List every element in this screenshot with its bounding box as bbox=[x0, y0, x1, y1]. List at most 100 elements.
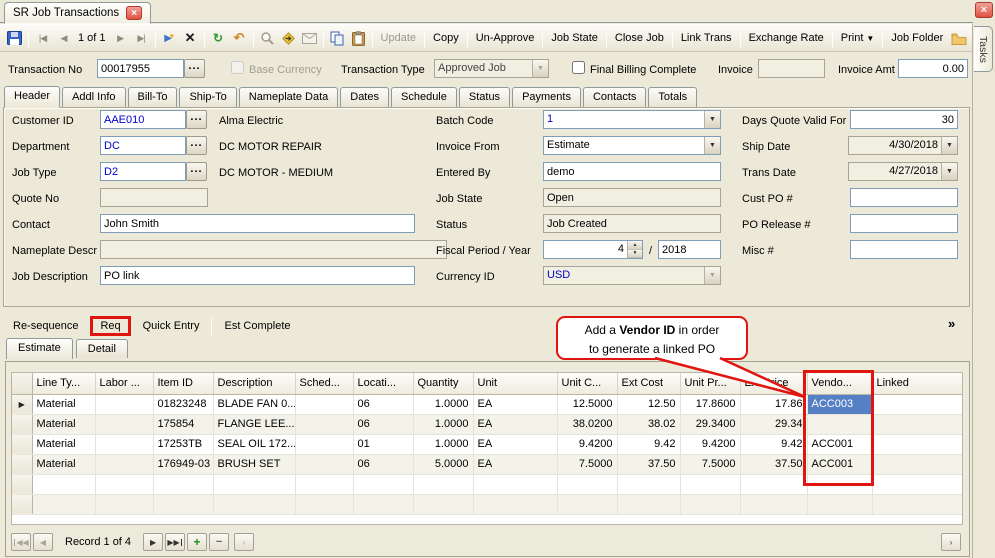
cell-unit[interactable]: EA bbox=[473, 454, 557, 474]
po-release-input[interactable] bbox=[850, 214, 958, 233]
final-billing-complete-checkbox[interactable] bbox=[572, 61, 585, 74]
cell-unit-price[interactable]: 29.3400 bbox=[680, 414, 740, 434]
cell-labor[interactable] bbox=[95, 414, 153, 434]
cell-item-id[interactable]: 17253TB bbox=[153, 434, 213, 454]
invoice-from-select[interactable]: Estimate ▼ bbox=[543, 136, 721, 155]
fiscal-year-input[interactable] bbox=[658, 240, 721, 259]
tab-nameplate-data[interactable]: Nameplate Data bbox=[239, 87, 339, 107]
exchange-rate-button[interactable]: Exchange Rate bbox=[744, 30, 829, 46]
window-close-button[interactable]: × bbox=[975, 2, 993, 18]
tab-dates[interactable]: Dates bbox=[340, 87, 389, 107]
cell-labor[interactable] bbox=[95, 454, 153, 474]
cell-linked[interactable] bbox=[872, 454, 962, 474]
cell-labor[interactable] bbox=[95, 434, 153, 454]
cell-line-type[interactable]: Material bbox=[32, 434, 95, 454]
transaction-no-lookup-button[interactable]: ... bbox=[184, 59, 205, 78]
col-header-description[interactable]: Description bbox=[213, 373, 295, 394]
job-type-input[interactable] bbox=[100, 162, 186, 181]
contact-input[interactable] bbox=[100, 214, 415, 233]
add-row-button[interactable]: + bbox=[187, 533, 207, 551]
undo-button[interactable]: ↶ bbox=[229, 28, 250, 48]
cell-line-type[interactable]: Material bbox=[32, 454, 95, 474]
refresh-button[interactable]: ↻ bbox=[208, 28, 229, 48]
row-selector[interactable] bbox=[12, 414, 32, 434]
cell-description[interactable]: SEAL OIL 172... bbox=[213, 434, 295, 454]
req-button[interactable]: Req bbox=[100, 320, 120, 332]
col-header-quantity[interactable]: Quantity bbox=[413, 373, 473, 394]
navigate-button[interactable] bbox=[278, 28, 299, 48]
entered-by-input[interactable] bbox=[543, 162, 721, 181]
cell-unit-cost[interactable]: 9.4200 bbox=[557, 434, 617, 454]
batch-code-select[interactable]: 1 ▼ bbox=[543, 110, 721, 129]
job-folder-button[interactable]: Job Folder bbox=[886, 30, 948, 46]
cell-location[interactable]: 06 bbox=[353, 414, 413, 434]
job-type-lookup-button[interactable]: ... bbox=[186, 162, 207, 181]
scroll-right-button[interactable]: › bbox=[941, 533, 961, 551]
resequence-button[interactable]: Re-sequence bbox=[4, 320, 87, 332]
row-selector[interactable] bbox=[12, 434, 32, 454]
chevron-down-icon[interactable]: ▼ bbox=[704, 111, 720, 128]
invoice-amt-input[interactable] bbox=[898, 59, 968, 78]
department-input[interactable] bbox=[100, 136, 186, 155]
tab-schedule[interactable]: Schedule bbox=[391, 87, 457, 107]
cell-unit[interactable]: EA bbox=[473, 414, 557, 434]
last-row-button[interactable]: ▶▶ bbox=[165, 533, 185, 551]
tab-totals[interactable]: Totals bbox=[648, 87, 697, 107]
cell-description[interactable]: BRUSH SET bbox=[213, 454, 295, 474]
cell-quantity[interactable]: 1.0000 bbox=[413, 434, 473, 454]
cell-location[interactable]: 01 bbox=[353, 434, 413, 454]
update-button[interactable]: Update bbox=[376, 30, 421, 46]
save-button[interactable] bbox=[4, 28, 25, 48]
cell-ext-price[interactable]: 9.42 bbox=[740, 434, 807, 454]
col-header-sched[interactable]: Sched... bbox=[295, 373, 353, 394]
row-selector[interactable]: ▶ bbox=[12, 394, 32, 414]
customer-id-input[interactable] bbox=[100, 110, 186, 129]
col-header-unit[interactable]: Unit bbox=[473, 373, 557, 394]
cell-unit[interactable]: EA bbox=[473, 434, 557, 454]
cell-sched[interactable] bbox=[295, 394, 353, 414]
spinner-buttons[interactable]: ▲▼ bbox=[627, 241, 642, 258]
cell-linked[interactable] bbox=[872, 414, 962, 434]
job-folder-icon-button[interactable] bbox=[948, 28, 969, 48]
overflow-chevron-button[interactable]: » bbox=[948, 316, 955, 331]
cell-sched[interactable] bbox=[295, 454, 353, 474]
col-header-line-type[interactable]: Line Ty... bbox=[32, 373, 95, 394]
print-button[interactable]: Print▼ bbox=[836, 30, 880, 46]
ship-date-picker[interactable]: 4/30/2018 ▼ bbox=[848, 136, 958, 155]
first-row-button[interactable]: ◀◀ bbox=[11, 533, 31, 551]
tab-contacts[interactable]: Contacts bbox=[583, 87, 646, 107]
delete-button[interactable]: ✕ bbox=[180, 28, 201, 48]
tab-payments[interactable]: Payments bbox=[512, 87, 581, 107]
delete-row-button[interactable]: − bbox=[209, 533, 229, 551]
last-record-button[interactable]: ▶| bbox=[131, 28, 152, 48]
email-button[interactable] bbox=[299, 28, 320, 48]
trans-date-picker[interactable]: 4/27/2018 ▼ bbox=[848, 162, 958, 181]
cell-linked[interactable] bbox=[872, 394, 962, 414]
new-record-button[interactable]: ▶* bbox=[159, 28, 180, 48]
cust-po-input[interactable] bbox=[850, 188, 958, 207]
chevron-down-icon[interactable]: ▼ bbox=[941, 163, 957, 180]
cell-description[interactable]: FLANGE LEE... bbox=[213, 414, 295, 434]
tab-close-icon[interactable]: × bbox=[126, 6, 142, 20]
cell-item-id[interactable]: 01823248 bbox=[153, 394, 213, 414]
col-header-labor[interactable]: Labor ... bbox=[95, 373, 153, 394]
customer-id-lookup-button[interactable]: ... bbox=[186, 110, 207, 129]
cell-labor[interactable] bbox=[95, 394, 153, 414]
chevron-down-icon[interactable]: ▼ bbox=[704, 137, 720, 154]
cell-unit-price[interactable]: 7.5000 bbox=[680, 454, 740, 474]
cell-line-type[interactable]: Material bbox=[32, 414, 95, 434]
next-row-button[interactable]: ▶ bbox=[143, 533, 163, 551]
link-trans-button[interactable]: Link Trans bbox=[676, 30, 737, 46]
scroll-left-button[interactable]: ‹ bbox=[234, 533, 254, 551]
previous-row-button[interactable]: ◀ bbox=[33, 533, 53, 551]
cell-ext-cost[interactable]: 38.02 bbox=[617, 414, 680, 434]
cell-quantity[interactable]: 1.0000 bbox=[413, 394, 473, 414]
spin-up-icon[interactable]: ▲ bbox=[628, 241, 642, 250]
cell-ext-price[interactable]: 29.34 bbox=[740, 414, 807, 434]
misc-input[interactable] bbox=[850, 240, 958, 259]
cell-ext-cost[interactable]: 9.42 bbox=[617, 434, 680, 454]
chevron-down-icon[interactable]: ▼ bbox=[941, 137, 957, 154]
cell-unit-cost[interactable]: 38.0200 bbox=[557, 414, 617, 434]
fiscal-period-stepper[interactable]: 4 ▲▼ bbox=[543, 240, 643, 259]
department-lookup-button[interactable]: ... bbox=[186, 136, 207, 155]
